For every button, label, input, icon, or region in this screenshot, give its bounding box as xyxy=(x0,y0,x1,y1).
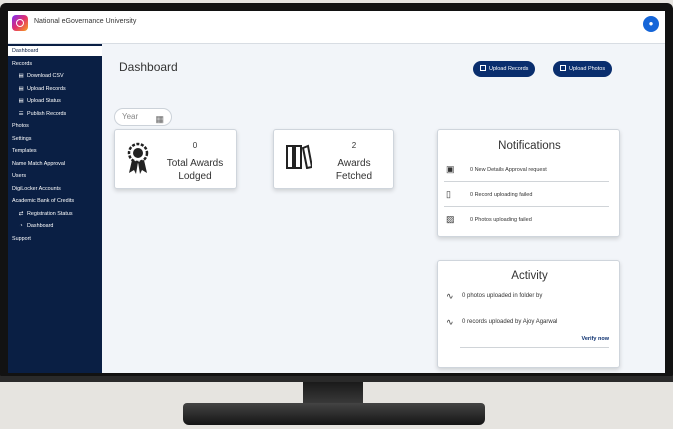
sidebar-item-label: Records xyxy=(12,60,33,67)
sidebar-item-label: Support xyxy=(12,235,31,242)
sidebar-item-dashboard[interactable]: Dashboard xyxy=(8,46,102,56)
sidebar-item-label: Dashboard xyxy=(12,48,39,54)
sidebar-item-name-match-approval[interactable]: Name Match Approval xyxy=(8,159,102,169)
notification-text: 0 Photos uploading failed xyxy=(470,217,532,223)
sidebar-item-label: Photos xyxy=(12,123,29,129)
sidebar-item-label: Upload Records xyxy=(27,85,66,92)
total-awards-value: 0 xyxy=(192,141,198,150)
pie-icon: ◔ xyxy=(19,223,23,229)
sidebar-item-abc-dashboard[interactable]: ◔ Dashboard xyxy=(8,221,102,231)
sidebar-item-download-csv[interactable]: ▤ Download CSV xyxy=(8,71,102,81)
sidebar-item-records[interactable]: Records xyxy=(8,59,102,69)
sidebar-item-label: DigiLocker Accounts xyxy=(12,185,61,192)
sidebar-item-upload-status[interactable]: ▤ Upload Status xyxy=(8,96,102,106)
sidebar: Dashboard Records ▤ Download CSV ▤ Upload Rec… xyxy=(8,44,102,373)
year-placeholder: Year xyxy=(122,112,139,121)
sidebar-item-publish-records[interactable]: ☰ Publish Records xyxy=(8,109,102,119)
total-awards-label: Total Awards Lodged xyxy=(155,157,235,183)
awards-fetched-value: 2 xyxy=(351,141,357,150)
award-ribbon-icon xyxy=(127,142,149,174)
sidebar-item-label: Name Match Approval xyxy=(12,160,66,167)
calendar-icon: ▦ xyxy=(155,114,164,124)
sidebar-item-label: Settings xyxy=(12,135,32,142)
upload-records-button[interactable]: Upload Records xyxy=(473,61,536,77)
sidebar-item-label: Registration Status xyxy=(27,210,73,217)
awards-fetched-label-line1: Awards xyxy=(337,158,371,169)
file-icon: ▯ xyxy=(446,189,451,199)
total-awards-label-line1: Total Awards xyxy=(166,158,224,169)
document-icon: ▤ xyxy=(18,73,24,79)
document-icon: ▤ xyxy=(18,98,24,104)
awards-fetched-label-line2: Fetched xyxy=(335,171,373,182)
transfer-icon: ⇄ xyxy=(18,210,24,217)
upload-photos-button[interactable]: Upload Photos xyxy=(553,61,613,77)
stat-card-awards-fetched: 2 Awards Fetched xyxy=(273,129,394,189)
activity-panel: Activity ∿ 0 photos uploaded in folder b… xyxy=(437,260,620,368)
user-avatar-button[interactable]: ● xyxy=(643,16,659,32)
sidebar-item-photos[interactable]: Photos xyxy=(8,121,102,131)
sidebar-item-label: Upload Status xyxy=(27,98,61,104)
activity-item: ∿ 0 records uploaded by Ajoy Agarwal xyxy=(446,313,609,335)
image-icon xyxy=(560,65,566,71)
upload-icon xyxy=(480,65,486,71)
notification-item[interactable]: ▯ 0 Record uploading failed xyxy=(444,183,609,207)
image-icon: ▨ xyxy=(446,214,455,224)
sidebar-item-label: Dashboard xyxy=(27,223,54,229)
notification-item[interactable]: ▣ 0 New Details Approval request xyxy=(444,158,609,182)
inbox-icon: ▣ xyxy=(446,164,455,174)
sidebar-item-label: Templates xyxy=(12,148,37,154)
sidebar-item-templates[interactable]: Templates xyxy=(8,146,102,156)
books-icon xyxy=(286,144,312,169)
stat-card-total-awards: 0 Total Awards Lodged xyxy=(114,129,237,189)
upload-photos-label: Upload Photos xyxy=(569,66,606,72)
activity-title: Activity xyxy=(511,270,548,282)
total-awards-label-line2: Lodged xyxy=(178,171,212,182)
upload-records-label: Upload Records xyxy=(489,66,529,72)
activity-text: 0 records uploaded by Ajoy Agarwal xyxy=(462,319,558,325)
user-icon: ● xyxy=(648,19,654,28)
awards-fetched-label: Awards Fetched xyxy=(314,157,394,183)
sidebar-item-upload-records[interactable]: ▤ Upload Records xyxy=(8,84,102,94)
app-window: National eGovernance University ● Dashbo… xyxy=(8,11,665,373)
sidebar-item-users[interactable]: Users xyxy=(8,171,102,181)
page-title: Dashboard xyxy=(119,60,178,74)
notifications-panel: Notifications ▣ 0 New Details Approval r… xyxy=(437,129,620,237)
document-icon: ▤ xyxy=(18,85,24,92)
sidebar-item-digilocker-accounts[interactable]: DigiLocker Accounts xyxy=(8,184,102,194)
monitor-stand xyxy=(183,403,485,425)
instagram-logo-icon xyxy=(12,15,28,31)
activity-text: 0 photos uploaded in folder by xyxy=(462,293,543,299)
notification-text: 0 Record uploading failed xyxy=(470,192,533,198)
activity-item: ∿ 0 photos uploaded in folder by xyxy=(446,287,609,309)
sidebar-item-settings[interactable]: Settings xyxy=(8,134,102,144)
sidebar-item-academic-bank-of-credits[interactable]: Academic Bank of Credits xyxy=(8,196,102,206)
app-title: National eGovernance University xyxy=(34,18,137,25)
sidebar-item-label: Academic Bank of Credits xyxy=(12,198,75,204)
year-picker[interactable]: Year ▦ xyxy=(114,108,172,126)
notification-item[interactable]: ▨ 0 Photos uploading failed xyxy=(444,208,609,232)
app-header: National eGovernance University ● xyxy=(8,11,665,44)
list-icon: ☰ xyxy=(18,110,24,117)
verify-now-link[interactable]: Verify now xyxy=(581,336,609,342)
divider xyxy=(460,347,609,348)
notifications-title: Notifications xyxy=(498,140,561,152)
sidebar-item-support[interactable]: Support xyxy=(8,234,102,244)
notification-text: 0 New Details Approval request xyxy=(470,167,547,173)
monitor-neck xyxy=(303,382,363,404)
activity-icon: ∿ xyxy=(446,317,454,327)
sidebar-item-label: Publish Records xyxy=(27,110,67,117)
sidebar-item-label: Download CSV xyxy=(27,73,64,79)
activity-icon: ∿ xyxy=(446,291,454,301)
sidebar-item-registration-status[interactable]: ⇄ Registration Status xyxy=(8,209,102,219)
sidebar-item-label: Users xyxy=(12,173,27,179)
